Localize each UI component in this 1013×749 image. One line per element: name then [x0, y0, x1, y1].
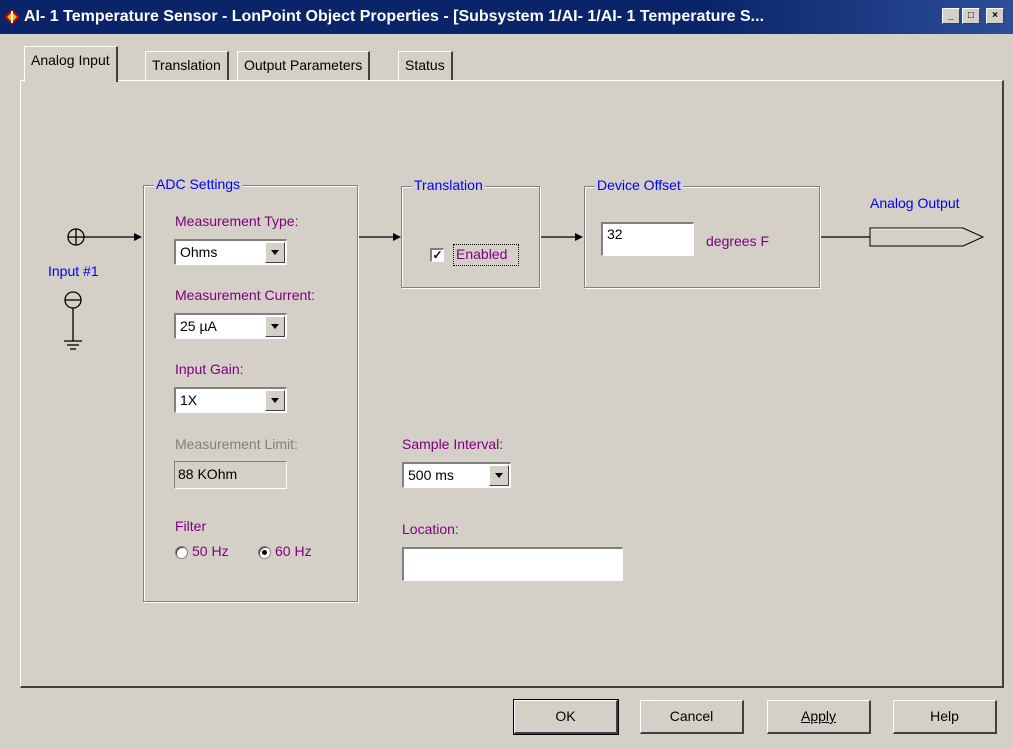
filter-label: Filter [175, 518, 207, 534]
filter-60hz-label[interactable]: 60 Hz [275, 543, 312, 559]
location-label: Location: [402, 521, 459, 537]
filter-50hz-label[interactable]: 50 Hz [192, 543, 229, 559]
translation-title: Translation [412, 177, 485, 193]
ok-button[interactable]: OK [513, 699, 619, 735]
measurement-limit-field: 88 KOhm [174, 461, 287, 489]
measurement-current-value: 25 µA [180, 318, 217, 334]
cancel-button[interactable]: Cancel [640, 700, 744, 734]
input-gain-value: 1X [180, 392, 198, 408]
input-gain-select[interactable]: 1X [174, 387, 287, 413]
chevron-down-icon[interactable] [265, 316, 285, 337]
chevron-down-icon[interactable] [265, 242, 285, 263]
panel-content: Input #1 ADC Settings Measurement Type: … [0, 0, 1013, 749]
apply-button[interactable]: Apply [767, 700, 871, 734]
analog-output-connector-icon [869, 227, 985, 247]
sample-interval-select[interactable]: 500 ms [402, 462, 511, 488]
measurement-type-select[interactable]: Ohms [174, 239, 287, 265]
input-label: Input #1 [48, 263, 99, 279]
sample-interval-label: Sample Interval: [402, 436, 504, 452]
filter-50hz-radio[interactable] [175, 546, 188, 559]
measurement-limit-label: Measurement Limit: [175, 436, 298, 452]
filter-60hz-radio[interactable] [258, 546, 271, 559]
measurement-current-label: Measurement Current: [175, 287, 316, 303]
sample-interval-value: 500 ms [408, 467, 454, 483]
device-offset-unit: degrees F [706, 233, 770, 249]
adc-settings-title: ADC Settings [154, 176, 243, 192]
properties-window: AI- 1 Temperature Sensor - LonPoint Obje… [0, 0, 1013, 749]
translation-enabled-checkbox[interactable]: ✓ [430, 248, 444, 262]
measurement-type-label: Measurement Type: [175, 213, 299, 229]
ground-icon [64, 291, 82, 350]
chevron-down-icon[interactable] [489, 465, 509, 486]
measurement-type-value: Ohms [180, 244, 218, 260]
measurement-current-select[interactable]: 25 µA [174, 313, 287, 339]
device-offset-input[interactable]: 32 [601, 222, 694, 256]
location-input[interactable] [402, 547, 623, 581]
input-arrow-icon [134, 233, 142, 241]
help-button[interactable]: Help [893, 700, 997, 734]
positive-terminal-icon [67, 228, 85, 246]
analog-output-label: Analog Output [870, 195, 960, 211]
chevron-down-icon[interactable] [265, 390, 285, 411]
translation-enabled-label[interactable]: Enabled [456, 246, 507, 262]
translation-group: Translation [401, 177, 540, 288]
input-gain-label: Input Gain: [175, 361, 244, 377]
device-offset-title: Device Offset [595, 177, 683, 193]
